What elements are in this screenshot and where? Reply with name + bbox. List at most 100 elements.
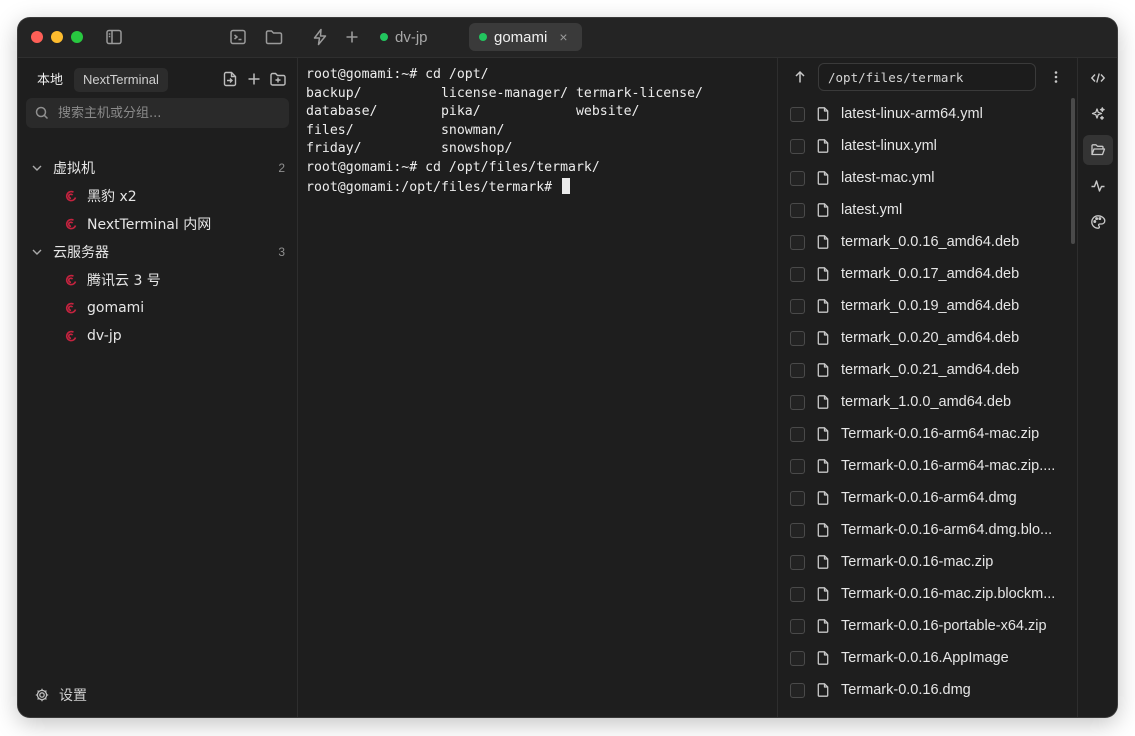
- debian-icon: [64, 301, 78, 315]
- file-row[interactable]: Termark-0.0.16-arm64-mac.zip: [778, 418, 1077, 450]
- host-item[interactable]: dv-jp: [18, 322, 297, 350]
- file-row[interactable]: Termark-0.0.16-arm64-mac.zip....: [778, 450, 1077, 482]
- file-row[interactable]: termark_0.0.19_amd64.deb: [778, 290, 1077, 322]
- tab-local[interactable]: 本地: [28, 68, 72, 92]
- host-name: 腾讯云 3 号: [87, 273, 161, 289]
- file-icon: [815, 234, 831, 250]
- file-checkbox[interactable]: [790, 266, 805, 282]
- file-checkbox[interactable]: [790, 362, 805, 378]
- file-list-scrollbar[interactable]: [1071, 98, 1075, 244]
- new-folder-icon[interactable]: [269, 70, 287, 88]
- file-checkbox[interactable]: [790, 106, 805, 122]
- file-browser: latest-linux-arm64.yml latest-linux.yml la…: [777, 58, 1077, 717]
- sidebar-tabs: 本地 NextTerminal: [28, 68, 170, 92]
- file-checkbox[interactable]: [790, 490, 805, 506]
- file-row[interactable]: Termark-0.0.16.dmg: [778, 674, 1077, 706]
- file-checkbox[interactable]: [790, 138, 805, 154]
- file-name: Termark-0.0.16-mac.zip: [841, 554, 994, 570]
- group-virtual-machines[interactable]: 虚拟机 2: [18, 154, 297, 182]
- file-row[interactable]: Termark-0.0.16.AppImage: [778, 642, 1077, 674]
- file-checkbox[interactable]: [790, 554, 805, 570]
- palette-icon[interactable]: [1083, 207, 1113, 237]
- file-row[interactable]: termark_0.0.16_amd64.deb: [778, 226, 1077, 258]
- host-item[interactable]: gomami: [18, 294, 297, 322]
- folder-open-icon[interactable]: [1083, 135, 1113, 165]
- terminal-line: backup/ license-manager/ termark-license…: [306, 85, 703, 101]
- host-item[interactable]: 腾讯云 3 号: [18, 266, 297, 294]
- file-row[interactable]: latest-mac.yml: [778, 162, 1077, 194]
- file-icon: [815, 618, 831, 634]
- file-row[interactable]: termark_0.0.21_amd64.deb: [778, 354, 1077, 386]
- search-input[interactable]: [56, 104, 280, 122]
- host-item[interactable]: 黑豹 x2: [18, 182, 297, 210]
- file-name: termark_0.0.20_amd64.deb: [841, 330, 1020, 346]
- file-checkbox[interactable]: [790, 618, 805, 634]
- file-row[interactable]: termark_0.0.20_amd64.deb: [778, 322, 1077, 354]
- group-name: 虚拟机: [53, 161, 95, 177]
- file-checkbox[interactable]: [790, 522, 805, 538]
- file-name: Termark-0.0.16.dmg: [841, 682, 971, 698]
- tab-gomami[interactable]: gomami ×: [469, 23, 582, 51]
- file-row[interactable]: latest-linux-arm64.yml: [778, 98, 1077, 130]
- settings-button[interactable]: 设置: [34, 685, 87, 705]
- more-vertical-icon[interactable]: [1048, 69, 1064, 85]
- file-row[interactable]: Termark-0.0.16-arm64.dmg: [778, 482, 1077, 514]
- settings-label: 设置: [59, 688, 87, 704]
- host-name: NextTerminal 内网: [87, 217, 212, 233]
- lightning-icon[interactable]: [310, 27, 330, 47]
- folder-icon[interactable]: [264, 27, 284, 47]
- file-icon: [815, 202, 831, 218]
- new-tab-plus-icon[interactable]: [342, 27, 362, 47]
- file-row[interactable]: Termark-0.0.16-mac.zip: [778, 546, 1077, 578]
- close-window-button[interactable]: [31, 31, 43, 43]
- file-checkbox[interactable]: [790, 170, 805, 186]
- minimize-window-button[interactable]: [51, 31, 63, 43]
- chevron-down-icon: [30, 161, 44, 175]
- add-host-plus-icon[interactable]: [245, 70, 263, 88]
- file-checkbox[interactable]: [790, 650, 805, 666]
- host-name: dv-jp: [87, 328, 122, 344]
- file-row[interactable]: Termark-0.0.16-portable-x64.zip: [778, 610, 1077, 642]
- file-row[interactable]: termark_1.0.0_amd64.deb: [778, 386, 1077, 418]
- file-row[interactable]: latest.yml: [778, 194, 1077, 226]
- online-status-dot: [479, 33, 487, 41]
- file-row[interactable]: Termark-0.0.16-mac.zip.blockm...: [778, 578, 1077, 610]
- file-checkbox[interactable]: [790, 234, 805, 250]
- file-checkbox[interactable]: [790, 458, 805, 474]
- file-checkbox[interactable]: [790, 330, 805, 346]
- file-icon: [815, 330, 831, 346]
- arrow-up-icon[interactable]: [792, 69, 808, 85]
- tab-dv-jp[interactable]: dv-jp: [378, 23, 460, 51]
- maximize-window-button[interactable]: [71, 31, 83, 43]
- chevron-down-icon: [30, 245, 44, 259]
- file-row[interactable]: termark_0.0.17_amd64.deb: [778, 258, 1077, 290]
- file-checkbox[interactable]: [790, 682, 805, 698]
- file-row[interactable]: latest-linux.yml: [778, 130, 1077, 162]
- terminal-pane[interactable]: root@gomami:~# cd /opt/ backup/ license-…: [298, 58, 777, 717]
- group-count: 2: [278, 161, 285, 175]
- debian-icon: [64, 273, 78, 287]
- file-checkbox[interactable]: [790, 394, 805, 410]
- file-icon: [815, 490, 831, 506]
- file-name: latest-linux.yml: [841, 138, 937, 154]
- terminal-icon[interactable]: [228, 27, 248, 47]
- activity-icon[interactable]: [1083, 171, 1113, 201]
- sidebar-toggle-icon[interactable]: [104, 27, 124, 47]
- tab-nextterminal[interactable]: NextTerminal: [74, 68, 168, 92]
- file-name: latest-linux-arm64.yml: [841, 106, 983, 122]
- file-icon: [815, 106, 831, 122]
- import-icon[interactable]: [221, 70, 239, 88]
- file-checkbox[interactable]: [790, 586, 805, 602]
- tab-close-icon[interactable]: ×: [559, 29, 567, 45]
- sidebar-actions: [215, 70, 287, 88]
- path-input[interactable]: [818, 63, 1036, 91]
- host-item[interactable]: NextTerminal 内网: [18, 210, 297, 238]
- sparkles-icon[interactable]: [1083, 99, 1113, 129]
- file-checkbox[interactable]: [790, 298, 805, 314]
- file-row[interactable]: Termark-0.0.16-arm64.dmg.blo...: [778, 514, 1077, 546]
- group-cloud-servers[interactable]: 云服务器 3: [18, 238, 297, 266]
- file-checkbox[interactable]: [790, 426, 805, 442]
- file-name: termark_0.0.16_amd64.deb: [841, 234, 1020, 250]
- code-icon[interactable]: [1083, 63, 1113, 93]
- file-checkbox[interactable]: [790, 202, 805, 218]
